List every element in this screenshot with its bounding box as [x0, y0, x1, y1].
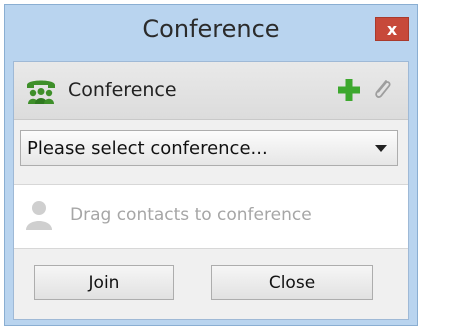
- join-button[interactable]: Join: [34, 265, 174, 300]
- close-button[interactable]: Close: [211, 265, 373, 300]
- conference-select-value: Please select conference...: [27, 138, 268, 159]
- conference-window: Conference x Conference Please select co…: [4, 4, 418, 326]
- paperclip-icon[interactable]: [370, 76, 394, 104]
- contacts-drop-zone[interactable]: Drag contacts to conference: [14, 185, 408, 249]
- window-close-button[interactable]: x: [375, 17, 409, 41]
- header-label: Conference: [68, 79, 177, 101]
- conference-phone-icon: [27, 80, 55, 104]
- title-bar: Conference x: [5, 5, 417, 61]
- add-conference-button[interactable]: [336, 77, 362, 103]
- window-title: Conference: [142, 15, 280, 43]
- button-bar: Join Close: [14, 249, 408, 319]
- chevron-down-icon: [375, 145, 387, 152]
- conference-panel: Conference Please select conference... D…: [13, 61, 409, 320]
- conference-select[interactable]: Please select conference...: [20, 130, 398, 166]
- drop-zone-text: Drag contacts to conference: [70, 205, 312, 225]
- conference-header: Conference: [14, 62, 408, 120]
- conference-select-area: Please select conference...: [14, 120, 408, 185]
- person-icon: [26, 201, 52, 230]
